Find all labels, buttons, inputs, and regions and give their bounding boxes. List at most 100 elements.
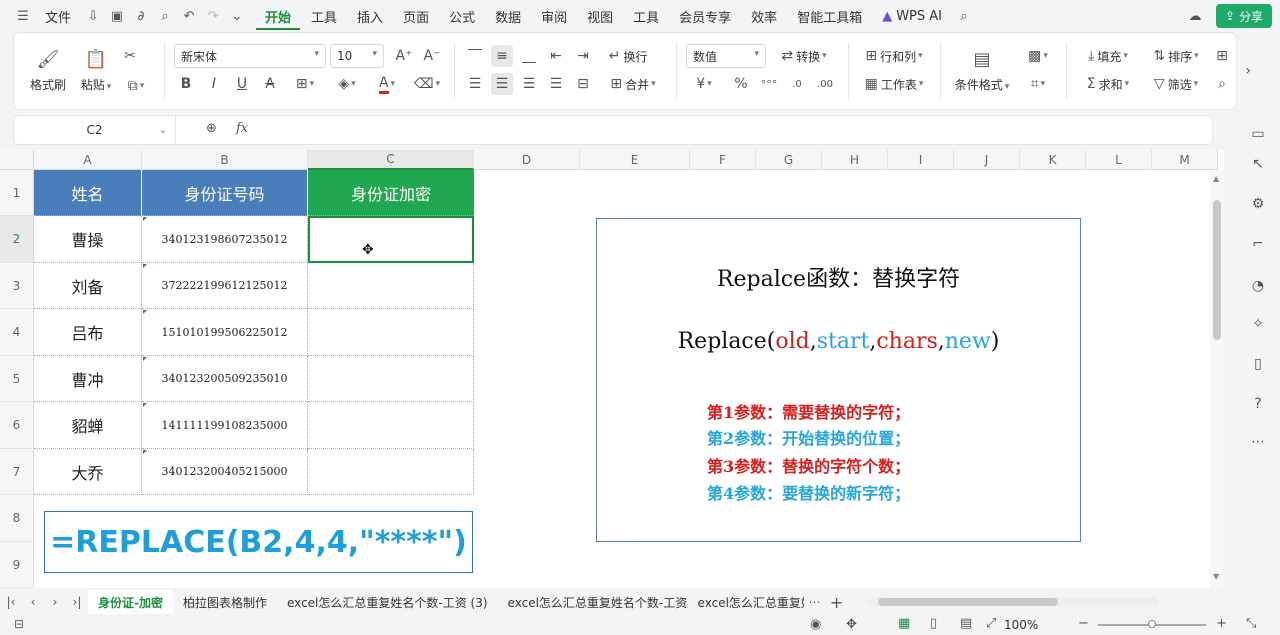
filter-button[interactable]: ▽ 筛选 (1144, 73, 1208, 95)
cell-b3[interactable]: 372222199612125012 (142, 263, 308, 309)
page-break-icon[interactable]: ▤ (960, 616, 972, 631)
italic-button[interactable]: I (204, 73, 224, 95)
copy-button[interactable]: ⧉ (118, 75, 154, 97)
macro-icon[interactable]: ⊟ (14, 617, 24, 631)
cell-a3[interactable]: 刘备 (34, 263, 142, 309)
thousands-button[interactable]: °°° (758, 73, 780, 95)
menu-icon[interactable]: ☰ (12, 5, 34, 27)
sheet-tab-id-encrypt[interactable]: 身份证-加密 (88, 590, 173, 614)
tab-tools-2[interactable]: 工具 (624, 4, 668, 28)
sum-button[interactable]: Σ 求和 (1076, 73, 1140, 95)
first-sheet-icon[interactable]: |‹ (0, 595, 22, 609)
column-header-a[interactable]: A (34, 150, 142, 170)
zoom-in-icon[interactable]: + (1216, 616, 1227, 631)
cell-c6[interactable] (308, 402, 474, 449)
worksheet-button[interactable]: ▦ 工作表 (858, 73, 930, 95)
more-icon[interactable]: ⋯ (1248, 432, 1268, 452)
replace-function-info-box[interactable]: Repalce函数：替换字符 Replace(old,start,chars,n… (596, 218, 1081, 542)
row-header-7[interactable]: 7 (0, 449, 34, 495)
align-center-button[interactable]: ☰ (491, 73, 513, 95)
name-box[interactable]: C2 ⌄ (14, 116, 176, 144)
quick-access-more-icon[interactable]: ⌄ (226, 5, 248, 27)
column-header-g[interactable]: G (756, 150, 822, 170)
justify-button[interactable]: ☰ (545, 73, 567, 95)
print-preview-icon[interactable]: ⌕ (154, 5, 176, 27)
indent-increase-button[interactable]: ⇥ (572, 45, 594, 67)
tab-review[interactable]: 审阅 (532, 4, 576, 28)
help-icon[interactable]: ? (1248, 394, 1268, 414)
row-header-8[interactable]: 8 (0, 495, 34, 542)
column-header-j[interactable]: J (954, 150, 1020, 170)
tab-formula[interactable]: 公式 (440, 4, 484, 28)
cell-a2[interactable]: 曹操 (34, 216, 142, 263)
indent-decrease-button[interactable]: ⇤ (545, 45, 567, 67)
tab-view[interactable]: 视图 (578, 4, 622, 28)
adjust-icon[interactable]: ⚙ (1248, 194, 1268, 214)
wps-ai-button[interactable]: ▲ WPS AI (873, 4, 951, 28)
sort-button[interactable]: ⇅ 排序 (1144, 45, 1208, 67)
increase-decimal-button[interactable]: .0 (786, 73, 808, 95)
cell-a4[interactable]: 吕布 (34, 309, 142, 356)
header-cell-name[interactable]: 姓名 (34, 170, 142, 216)
align-middle-button[interactable]: ≡ (491, 45, 513, 67)
bold-button[interactable]: B (176, 73, 196, 95)
scroll-down-icon[interactable]: ▼ (1213, 572, 1219, 581)
strikethrough-button[interactable]: A (260, 73, 280, 95)
row-header-5[interactable]: 5 (0, 356, 34, 402)
ribbon-expand-button[interactable]: › (1240, 60, 1256, 82)
zoom-slider-thumb[interactable] (1148, 620, 1156, 628)
zoom-level[interactable]: 100% (1004, 618, 1038, 632)
tab-smart-toolbox[interactable]: 智能工具箱 (788, 4, 871, 28)
font-name-select[interactable]: 新宋体 ▾ (174, 44, 326, 68)
cell-c4[interactable] (308, 309, 474, 356)
cell-b5[interactable]: 340123200509235010 (142, 356, 308, 402)
crop-frame-icon[interactable]: ⌐ (1248, 234, 1268, 254)
row-header-2[interactable]: 2 (0, 216, 34, 263)
tab-member[interactable]: 会员专享 (670, 4, 740, 28)
cut-button[interactable]: ✂ (118, 45, 142, 67)
cell-style-button[interactable]: ▩ (1018, 45, 1058, 67)
column-header-f[interactable]: F (690, 150, 756, 170)
zoom-out-icon[interactable]: − (1078, 616, 1089, 631)
select-pointer-icon[interactable]: ↖ (1248, 154, 1268, 174)
currency-button[interactable]: ¥ (686, 73, 722, 95)
header-cell-encrypted[interactable]: 身份证加密 (308, 170, 474, 216)
select-all-corner[interactable] (0, 150, 34, 170)
align-left-button[interactable]: ☰ (464, 73, 486, 95)
sheet-tab-salary-3[interactable]: excel怎么汇总重复姓名个数-工资 (3) (277, 590, 498, 614)
number-format-select[interactable]: 数值 ▾ (686, 44, 766, 68)
cell-c2[interactable] (308, 216, 474, 263)
redo-icon[interactable]: ↷ (202, 5, 224, 27)
eye-icon[interactable]: ◉ (810, 617, 821, 632)
convert-button[interactable]: ⇄ 转换 (772, 45, 836, 67)
freeze-button[interactable]: ⊞ (1212, 45, 1232, 67)
cell-b4[interactable]: 151010199506225012 (142, 309, 308, 356)
font-size-select[interactable]: 10 ▾ (330, 44, 384, 68)
sheet-tab-duplicate[interactable]: excel怎么汇总重复姓 (688, 590, 804, 614)
save-icon[interactable]: ▣ (106, 5, 128, 27)
file-menu[interactable]: 文件 (36, 4, 80, 28)
percent-button[interactable]: % (730, 73, 752, 95)
sheet-tab-pareto[interactable]: 柏拉图表格制作 (173, 590, 277, 614)
page-layout-icon[interactable]: ▯ (930, 616, 937, 631)
tab-home[interactable]: 开始 (256, 2, 301, 30)
zoom-icon[interactable]: ⊕ (206, 121, 217, 136)
expand-icon[interactable]: ⤡ (1246, 616, 1256, 631)
fill-button[interactable]: ⤓ 填充 (1076, 45, 1140, 67)
align-bottom-button[interactable]: ⎽ (518, 45, 540, 67)
cell-b2[interactable]: 340123198607235012 (142, 216, 308, 263)
formula-text-box[interactable]: =REPLACE(B2,4,4,"****") (44, 511, 473, 573)
cloud-icon[interactable]: ☁ (1184, 5, 1206, 27)
save-cloud-icon[interactable]: ⇩ (82, 5, 104, 27)
formula-input[interactable] (266, 116, 1212, 144)
row-header-1[interactable]: 1 (0, 170, 34, 216)
row-header-6[interactable]: 6 (0, 402, 34, 449)
border-button[interactable]: ⊞ (288, 73, 322, 95)
cell-b6[interactable]: 141111199108235000 (142, 402, 308, 449)
decrease-decimal-button[interactable]: .00 (814, 73, 836, 95)
cell-a6[interactable]: 貂蝉 (34, 402, 142, 449)
more-sheets-icon[interactable]: ⋯ (804, 595, 826, 609)
header-cell-id[interactable]: 身份证号码 (142, 170, 308, 216)
add-sheet-icon[interactable]: + (826, 593, 848, 612)
search-icon[interactable]: ⌕ (953, 5, 975, 27)
